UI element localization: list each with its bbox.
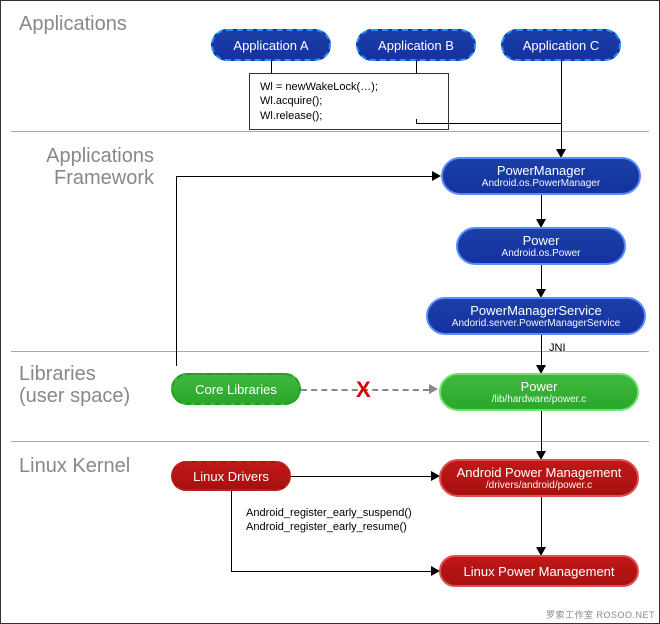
line-pms-libpower	[541, 335, 542, 365]
x-mark: X	[356, 377, 371, 403]
section-kernel: Linux Kernel	[19, 455, 130, 477]
line-drivers-across	[231, 571, 431, 572]
line-codebox-stub	[416, 119, 417, 124]
app-c-pill: Application C	[501, 29, 621, 61]
app-a-pill: Application A	[211, 29, 331, 61]
divider-1	[11, 131, 649, 132]
linux-drivers-pill: Linux Drivers	[171, 461, 291, 491]
line-framework-down	[176, 176, 177, 366]
line-appA-code	[271, 61, 272, 73]
line-pm-power	[541, 195, 542, 219]
line-appB-code	[416, 61, 417, 73]
diagram-canvas: Applications Applications Framework Libr…	[0, 0, 660, 624]
line-drivers-apm	[291, 476, 431, 477]
android-pm-pill: Android Power Management /drivers/androi…	[439, 459, 639, 497]
jni-label: JNI	[549, 341, 566, 355]
core-libraries-pill: Core Libraries	[171, 373, 301, 405]
power-pill: Power Android.os.Power	[456, 227, 626, 265]
line-codebox-right	[416, 123, 562, 124]
section-framework: Applications Framework	[19, 145, 154, 189]
line-power-pms	[541, 265, 542, 289]
code-box: Wl = newWakeLock(…); Wl.acquire(); Wl.re…	[249, 73, 449, 130]
register-note: Android_register_early_suspend() Android…	[246, 506, 412, 535]
section-libraries: Libraries (user space)	[19, 363, 130, 407]
line-drivers-down	[231, 491, 232, 571]
line-framework-to-pm	[176, 176, 432, 177]
line-appC-down	[561, 61, 562, 149]
app-b-pill: Application B	[356, 29, 476, 61]
divider-3	[11, 441, 649, 442]
line-libpower-apm	[541, 411, 542, 451]
arrowhead-core-power	[429, 384, 438, 394]
lib-power-pill: Power /lib/hardware/power.c	[439, 373, 639, 411]
linux-pm-pill: Linux Power Management	[439, 555, 639, 587]
arrowhead-framework-pm	[432, 171, 441, 181]
power-manager-service-pill: PowerManagerService Andorid.server.Power…	[426, 297, 646, 335]
line-apm-lpm	[541, 497, 542, 547]
section-applications: Applications	[19, 13, 127, 35]
watermark: 罗索工作室 ROSOO.NET	[546, 608, 655, 621]
power-manager-pill: PowerManager Android.os.PowerManager	[441, 157, 641, 195]
